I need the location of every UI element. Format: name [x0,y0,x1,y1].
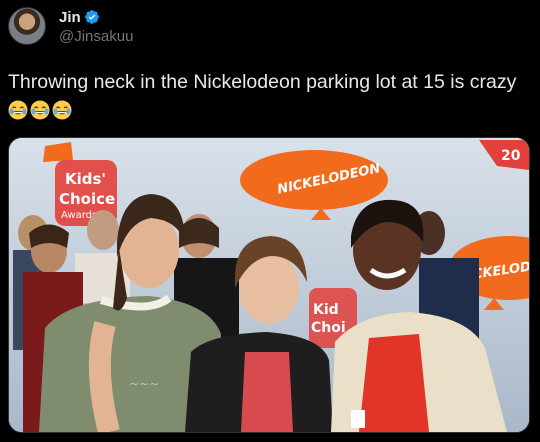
svg-text:Kids': Kids' [65,170,106,188]
laughing-emoji-icon [52,100,72,120]
photo-scene: Kids' Choice Awards NICKELODEON NICKELOD… [9,138,529,432]
svg-text:~~~: ~~~ [129,377,159,391]
author-handle[interactable]: @Jinsakuu [59,28,133,45]
tweet-header: Jin @Jinsakuu [8,4,133,48]
name-row: Jin [59,7,133,27]
author-display-name[interactable]: Jin [59,9,81,26]
tweet-text-body: Throwing neck in the Nickelodeon parking… [8,71,517,93]
author-avatar[interactable] [8,7,46,45]
emoji-row [8,100,74,122]
laughing-emoji-icon [8,100,28,120]
author-names: Jin @Jinsakuu [59,7,133,46]
verified-badge-icon [84,10,99,24]
laughing-emoji-icon [30,100,50,120]
svg-text:20: 20 [501,148,521,164]
tweet: Jin @Jinsakuu Throwing neck in the Nicke… [0,0,540,442]
tweet-text: Throwing neck in the Nickelodeon parking… [8,68,528,126]
svg-text:Choice: Choice [59,190,115,208]
svg-text:Kid: Kid [313,302,339,318]
svg-text:Choi: Choi [311,320,346,336]
tweet-photo[interactable]: Kids' Choice Awards NICKELODEON NICKELOD… [8,137,530,433]
